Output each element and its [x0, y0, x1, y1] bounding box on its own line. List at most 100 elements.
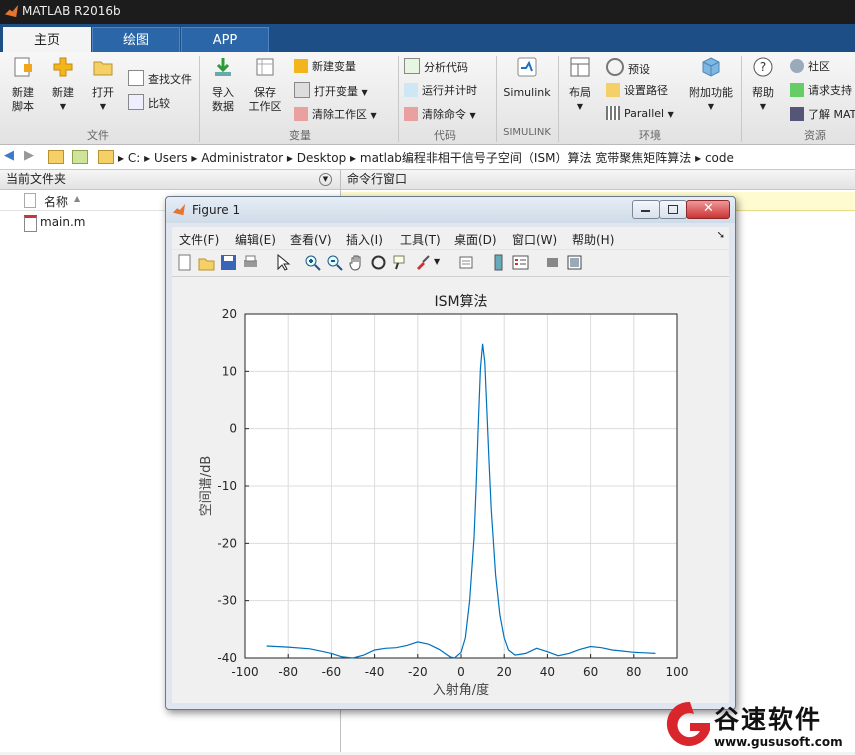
request-support-link[interactable]: 请求支持: [790, 82, 852, 98]
breadcrumb[interactable]: ▸ C: ▸ Users ▸ Administrator ▸ Desktop ▸…: [118, 149, 734, 166]
chevron-down-icon: ▼: [667, 110, 674, 119]
new-figure-icon[interactable]: [176, 254, 193, 271]
pan-hand-icon[interactable]: [348, 254, 365, 271]
set-path-button[interactable]: 设置路径: [606, 82, 668, 98]
breadcrumb-item[interactable]: Desktop: [297, 151, 347, 165]
watermark-logo: 谷速软件 www.gususoft.com: [656, 696, 855, 752]
zoom-out-icon[interactable]: [326, 254, 343, 271]
menu-insert[interactable]: 插入(I): [346, 231, 383, 248]
matlab-logo-icon: [172, 203, 186, 216]
x-tick-label: 80: [626, 665, 641, 679]
clear-workspace-button[interactable]: 清除工作区 ▼: [294, 106, 377, 122]
open-file-icon[interactable]: [198, 254, 215, 271]
up-folder-icon[interactable]: [48, 150, 64, 164]
back-icon[interactable]: ◀: [4, 148, 14, 163]
import-label: 导入 数据: [212, 86, 234, 113]
simulink-icon: [517, 57, 537, 77]
forward-icon[interactable]: ▶: [24, 148, 34, 163]
tab-plots[interactable]: 绘图: [92, 27, 180, 53]
new-script-label: 新建 脚本: [12, 86, 34, 113]
open-button[interactable]: 打开 ▼: [84, 56, 122, 114]
save-icon[interactable]: [220, 254, 237, 271]
browse-folder-icon[interactable]: [72, 150, 88, 164]
hide-plot-tools-icon[interactable]: [544, 254, 561, 271]
tab-apps[interactable]: APP: [181, 27, 269, 53]
breadcrumb-item[interactable]: matlab编程非相干信号子空间（ISM）算法 宽带聚焦矩阵算法: [360, 151, 691, 165]
analyze-code-button[interactable]: 分析代码: [404, 58, 468, 75]
simulink-button[interactable]: Simulink: [502, 56, 552, 100]
chart-title: ISM算法: [434, 294, 487, 310]
file-name: main.m: [40, 215, 86, 229]
new-button[interactable]: 新建 ▼: [44, 56, 82, 114]
menu-edit[interactable]: 编辑(E): [235, 231, 276, 248]
sort-ascending-icon: ▲: [74, 194, 81, 203]
legend-icon[interactable]: [512, 254, 529, 271]
import-data-button[interactable]: 导入 数据: [204, 56, 242, 114]
y-tick-label: 0: [229, 422, 237, 436]
file-icon: [24, 193, 36, 208]
community-link[interactable]: 社区: [790, 58, 830, 74]
help-icon: ?: [753, 57, 773, 77]
clear-commands-button[interactable]: 清除命令 ▼: [404, 106, 476, 122]
new-variable-icon: [294, 59, 308, 73]
tab-home[interactable]: 主页: [3, 27, 91, 53]
new-label: 新建: [52, 86, 74, 99]
edit-plot-icon[interactable]: [274, 254, 291, 271]
layout-button[interactable]: 布局 ▼: [562, 56, 598, 114]
dock-arrow-icon[interactable]: ➘: [717, 230, 725, 241]
set-path-icon: [606, 83, 620, 97]
clear-workspace-icon: [294, 107, 308, 121]
y-tick-label: -40: [217, 651, 237, 665]
new-variable-button[interactable]: 新建变量: [294, 58, 356, 74]
compare-button[interactable]: 比较: [128, 94, 170, 111]
group-label-simulink: SIMULINK: [503, 127, 551, 138]
new-script-button[interactable]: 新建 脚本: [4, 56, 42, 114]
add-ons-button[interactable]: 附加功能 ▼: [688, 56, 734, 114]
link-plot-icon[interactable]: [458, 254, 475, 271]
breadcrumb-item[interactable]: Administrator: [201, 151, 283, 165]
close-button[interactable]: ✕: [686, 200, 730, 219]
watermark-brand: 谷速软件: [714, 705, 823, 734]
menu-help[interactable]: 帮助(H): [572, 231, 614, 248]
menu-view[interactable]: 查看(V): [290, 231, 332, 248]
menu-desktop[interactable]: 桌面(D): [454, 231, 497, 248]
brush-icon[interactable]: [414, 254, 431, 271]
learn-matlab-link[interactable]: 了解 MATL: [790, 106, 855, 122]
rotate-3d-icon[interactable]: [370, 254, 387, 271]
help-button[interactable]: ? 帮助 ▼: [745, 56, 781, 114]
data-cursor-icon[interactable]: [392, 254, 409, 271]
parallel-button[interactable]: Parallel ▼: [606, 106, 674, 120]
breadcrumb-item[interactable]: code: [705, 151, 734, 165]
save-workspace-icon: [256, 58, 274, 76]
find-files-button[interactable]: 查找文件: [128, 70, 192, 87]
colorbar-icon[interactable]: [490, 254, 507, 271]
group-label-environment: 环境: [639, 129, 661, 142]
group-label-variable: 变量: [289, 129, 311, 142]
breadcrumb-item[interactable]: Users: [154, 151, 188, 165]
menu-tools[interactable]: 工具(T): [400, 231, 441, 248]
open-variable-button[interactable]: 打开变量 ▼: [294, 82, 368, 99]
show-plot-tools-icon[interactable]: [566, 254, 583, 271]
preferences-button[interactable]: 预设: [606, 58, 650, 77]
zoom-in-icon[interactable]: [304, 254, 321, 271]
parallel-icon: [606, 106, 620, 120]
save-workspace-button[interactable]: 保存 工作区: [246, 56, 284, 114]
community-icon: [790, 59, 804, 73]
x-axis-label: 入射角/度: [433, 682, 489, 698]
column-header-name[interactable]: 名称: [44, 193, 68, 210]
chevron-down-icon: ▼: [99, 102, 107, 111]
menu-file[interactable]: 文件(F): [179, 231, 219, 248]
chevron-down-icon[interactable]: ▼: [434, 257, 440, 266]
run-and-time-button[interactable]: 运行并计时: [404, 82, 477, 98]
pane-menu-icon[interactable]: ▼: [319, 173, 332, 186]
import-icon: [215, 58, 231, 76]
maximize-icon: [668, 205, 678, 214]
analyze-code-icon: [404, 58, 420, 74]
print-icon[interactable]: [242, 254, 259, 271]
menu-window[interactable]: 窗口(W): [512, 231, 557, 248]
maximize-button[interactable]: [659, 200, 687, 219]
breadcrumb-item[interactable]: C:: [128, 151, 140, 165]
ribbon-tabbar: 主页 绘图 APP: [0, 24, 855, 53]
figure-titlebar[interactable]: Figure 1 ✕: [166, 197, 735, 223]
minimize-button[interactable]: [632, 200, 660, 219]
